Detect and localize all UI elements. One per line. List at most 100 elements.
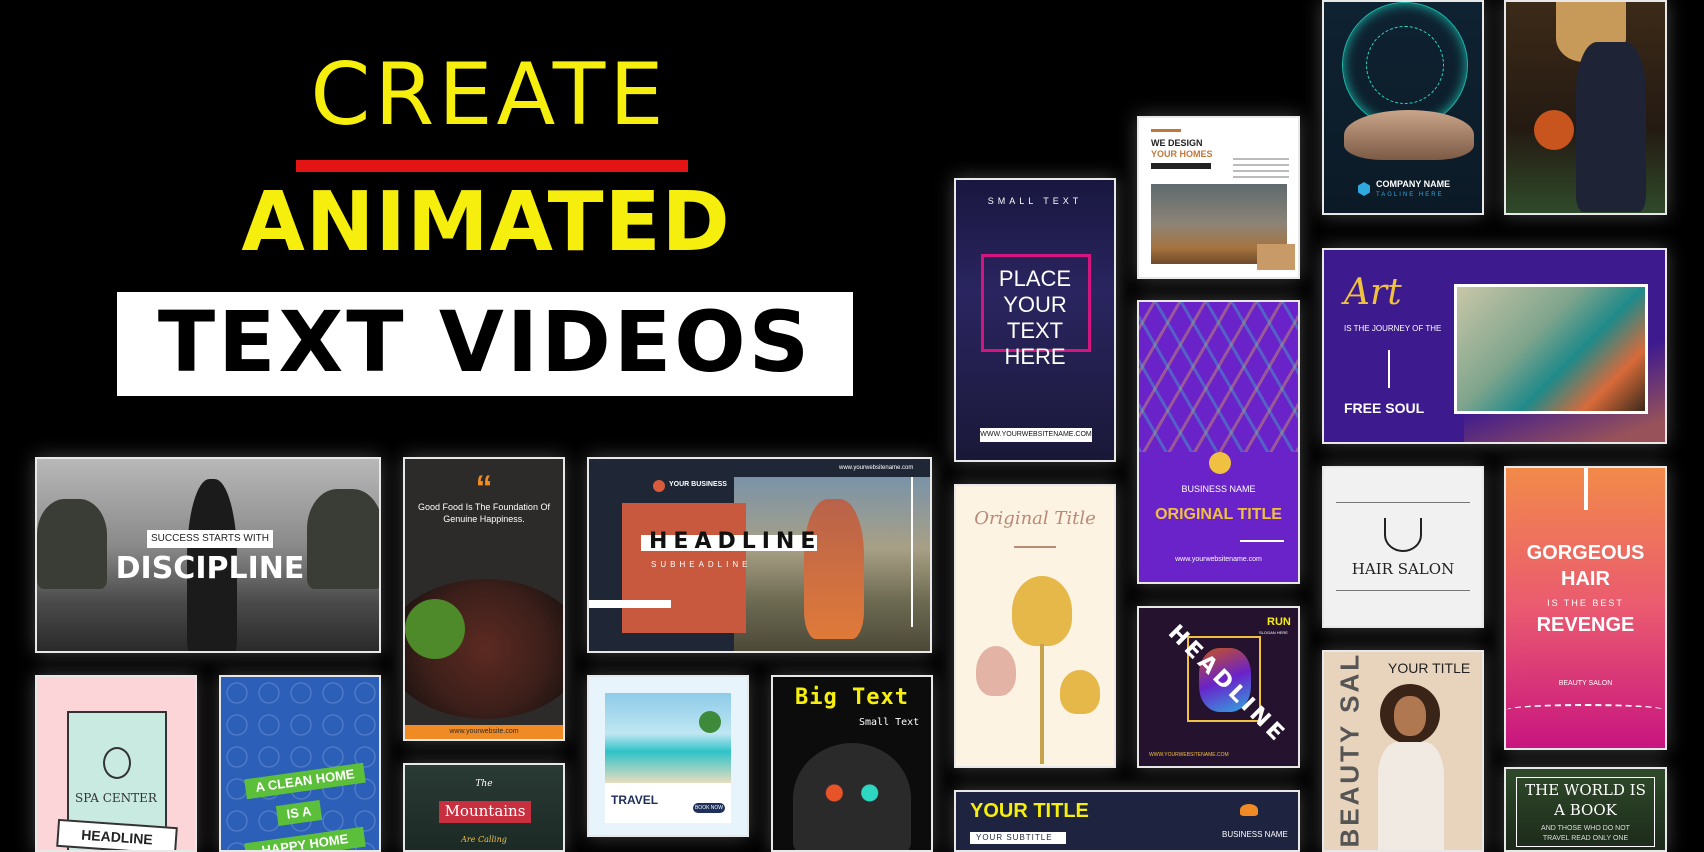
- run-url: WWW.YOURWEBSITENAME.COM: [1149, 752, 1229, 758]
- place-url: WWW.YOURWEBSITENAME.COM: [980, 431, 1092, 438]
- art-subtitle: IS THE JOURNEY OF THE: [1344, 324, 1442, 333]
- greens-image: [405, 599, 465, 659]
- mountains-the-label: The: [475, 779, 493, 789]
- small-text-label: SMALL TEXT: [987, 196, 1083, 206]
- world-line-2: A BOOK: [1554, 801, 1617, 819]
- company-tagline-label: TAGLINE HERE: [1376, 192, 1444, 198]
- world-line-3: AND THOSE WHO DO NOT: [1541, 825, 1630, 832]
- your-title-label: YOUR TITLE: [970, 800, 1089, 822]
- gorgeous-line-1: GORGEOUS: [1526, 542, 1645, 564]
- mountains-name-label: Mountains: [444, 802, 526, 820]
- tile-food[interactable]: “ Good Food Is The Foundation Of Genuine…: [403, 457, 565, 741]
- business-divider: [1240, 540, 1284, 542]
- tile-spa[interactable]: SPA CENTER HEADLINE: [35, 675, 197, 852]
- hair-salon-label: HAIR SALON: [1351, 560, 1455, 578]
- burger-icon: [1240, 804, 1258, 816]
- design-dark-bar: [1151, 163, 1211, 169]
- gorgeous-line-4: REVENGE: [1536, 614, 1635, 636]
- run-tagline: SLOGAN HERE: [1259, 630, 1288, 635]
- your-title-business: BUSINESS NAME: [1222, 830, 1288, 839]
- food-quote-text: Good Food Is The Foundation Of Genuine H…: [418, 502, 550, 524]
- tile-art[interactable]: Art IS THE JOURNEY OF THE FREE SOUL: [1322, 248, 1667, 444]
- travel-title: TRAVEL: [611, 793, 659, 807]
- planet-logo-icon: [653, 480, 665, 492]
- tile-headline-business[interactable]: YOUR BUSINESS www.yourwebsitename.com HE…: [587, 457, 932, 653]
- business-label: YOUR BUSINESS: [669, 481, 727, 488]
- original-title-label: ORIGINAL TITLE: [1155, 506, 1282, 523]
- tile-we-design[interactable]: WE DESIGN YOUR HOMES: [1137, 116, 1300, 279]
- orange-accent-bar: [1151, 129, 1181, 132]
- gorgeous-line-3: IS THE BEST: [1547, 598, 1624, 608]
- tile-place-text[interactable]: SMALL TEXT PLACE YOUR TEXT HERE WWW.YOUR…: [954, 178, 1116, 462]
- gorgeous-line-2: HAIR: [1561, 568, 1610, 590]
- tile-run-headline[interactable]: RUN SLOGAN HERE HEADLINE WWW.YOURWEBSITE…: [1137, 606, 1300, 768]
- tile-original-title[interactable]: Original Title: [954, 484, 1116, 768]
- text-lines: [1233, 158, 1289, 182]
- tile-beauty-salon[interactable]: YOUR TITLE BEAUTY SALON: [1322, 650, 1484, 852]
- business-url: www.yourwebsitename.com: [839, 465, 914, 471]
- business-name-label: BUSINESS NAME: [1181, 484, 1256, 494]
- place-line-4: HERE: [1004, 344, 1066, 369]
- painted-face-image: [793, 743, 911, 850]
- spa-center-label: SPA CENTER: [75, 791, 157, 805]
- network-inner-icon: [1366, 26, 1444, 104]
- tan-accent-block: [1257, 244, 1295, 270]
- woman-in-dress: [804, 499, 864, 639]
- place-line-1: PLACE: [998, 266, 1072, 291]
- frame-line: [911, 477, 913, 627]
- headline-label: HEADLINE: [649, 529, 822, 554]
- tile-world-book[interactable]: THE WORLD IS A BOOK AND THOSE WHO DO NOT…: [1504, 767, 1667, 852]
- tile-basketball[interactable]: [1504, 0, 1667, 215]
- palm-tree-image: [699, 711, 721, 733]
- company-logo-icon: [1358, 182, 1370, 196]
- book-now-button[interactable]: BOOK NOW: [693, 803, 725, 813]
- tulip-stem: [1040, 644, 1044, 764]
- mountains-sub-label: Are Calling: [461, 835, 507, 844]
- design-line-1: WE DESIGN: [1151, 138, 1203, 148]
- tile-clean-home[interactable]: A CLEAN HOME IS A HAPPY HOME: [219, 675, 381, 852]
- art-divider: [1388, 350, 1390, 388]
- tile-hair-salon[interactable]: HAIR SALON: [1322, 466, 1484, 628]
- paintbrushes-image: [1454, 284, 1648, 414]
- gold-tulip-small-image: [1060, 670, 1100, 714]
- hand-image: [1344, 110, 1474, 160]
- world-line-1: THE WORLD IS: [1525, 781, 1646, 799]
- salon-bottom-line: [1336, 590, 1470, 591]
- pink-tulip-image: [976, 646, 1016, 696]
- wave-line: [1506, 704, 1665, 716]
- tile-discipline[interactable]: SUCCESS STARTS WITH DISCIPLINE: [35, 457, 381, 653]
- original-title-script: Original Title: [974, 508, 1096, 529]
- beauty-salon-label: BEAUTY SALON: [1558, 680, 1613, 687]
- beauty-side-text: BEAUTY SALON: [1334, 650, 1365, 848]
- food-url: www.yourwebsite.com: [449, 728, 519, 735]
- hero-animated-text: ANIMATED: [241, 175, 731, 270]
- scissors-comb-icon: [1384, 518, 1422, 552]
- woman-face-icon: [103, 747, 131, 779]
- tile-your-title[interactable]: YOUR TITLE YOUR SUBTITLE BUSINESS NAME: [954, 790, 1300, 852]
- basketball-image: [1534, 110, 1574, 150]
- tile-gorgeous-hair[interactable]: GORGEOUS HAIR IS THE BEST REVENGE BEAUTY…: [1504, 466, 1667, 750]
- world-line-4: TRAVEL READ ONLY ONE: [1542, 835, 1629, 842]
- beauty-title: YOUR TITLE: [1388, 660, 1471, 676]
- art-title: Art: [1344, 272, 1402, 313]
- tile-mountains[interactable]: The Mountains Are Calling: [403, 763, 565, 852]
- big-text-title: Big Text: [795, 685, 909, 710]
- run-logo: RUN: [1267, 616, 1291, 628]
- tile-big-text[interactable]: Big Text Small Text: [771, 675, 933, 852]
- model-face-image: [1394, 696, 1426, 736]
- tile-company[interactable]: COMPANY NAME TAGLINE HERE: [1322, 0, 1484, 215]
- tile-business-purple[interactable]: BUSINESS NAME ORIGINAL TITLE www.yourweb…: [1137, 300, 1300, 584]
- cubes-pattern: [1139, 302, 1298, 452]
- player-jersey: [1576, 42, 1646, 212]
- hero-underline: [296, 160, 688, 172]
- gold-tulip-image: [1012, 576, 1072, 646]
- art-bottom-label: FREE SOUL: [1344, 400, 1425, 416]
- beach-image: [605, 693, 731, 783]
- design-line-2: YOUR HOMES: [1151, 149, 1213, 159]
- subheadline-label: SUBHEADLINE: [651, 560, 752, 569]
- hero-create-text: CREATE: [310, 45, 668, 145]
- top-white-bar: [1584, 468, 1588, 510]
- white-stripe: [589, 600, 671, 608]
- big-text-subtitle: Small Text: [859, 717, 920, 728]
- tile-travel[interactable]: TRAVEL BOOK NOW: [587, 675, 749, 837]
